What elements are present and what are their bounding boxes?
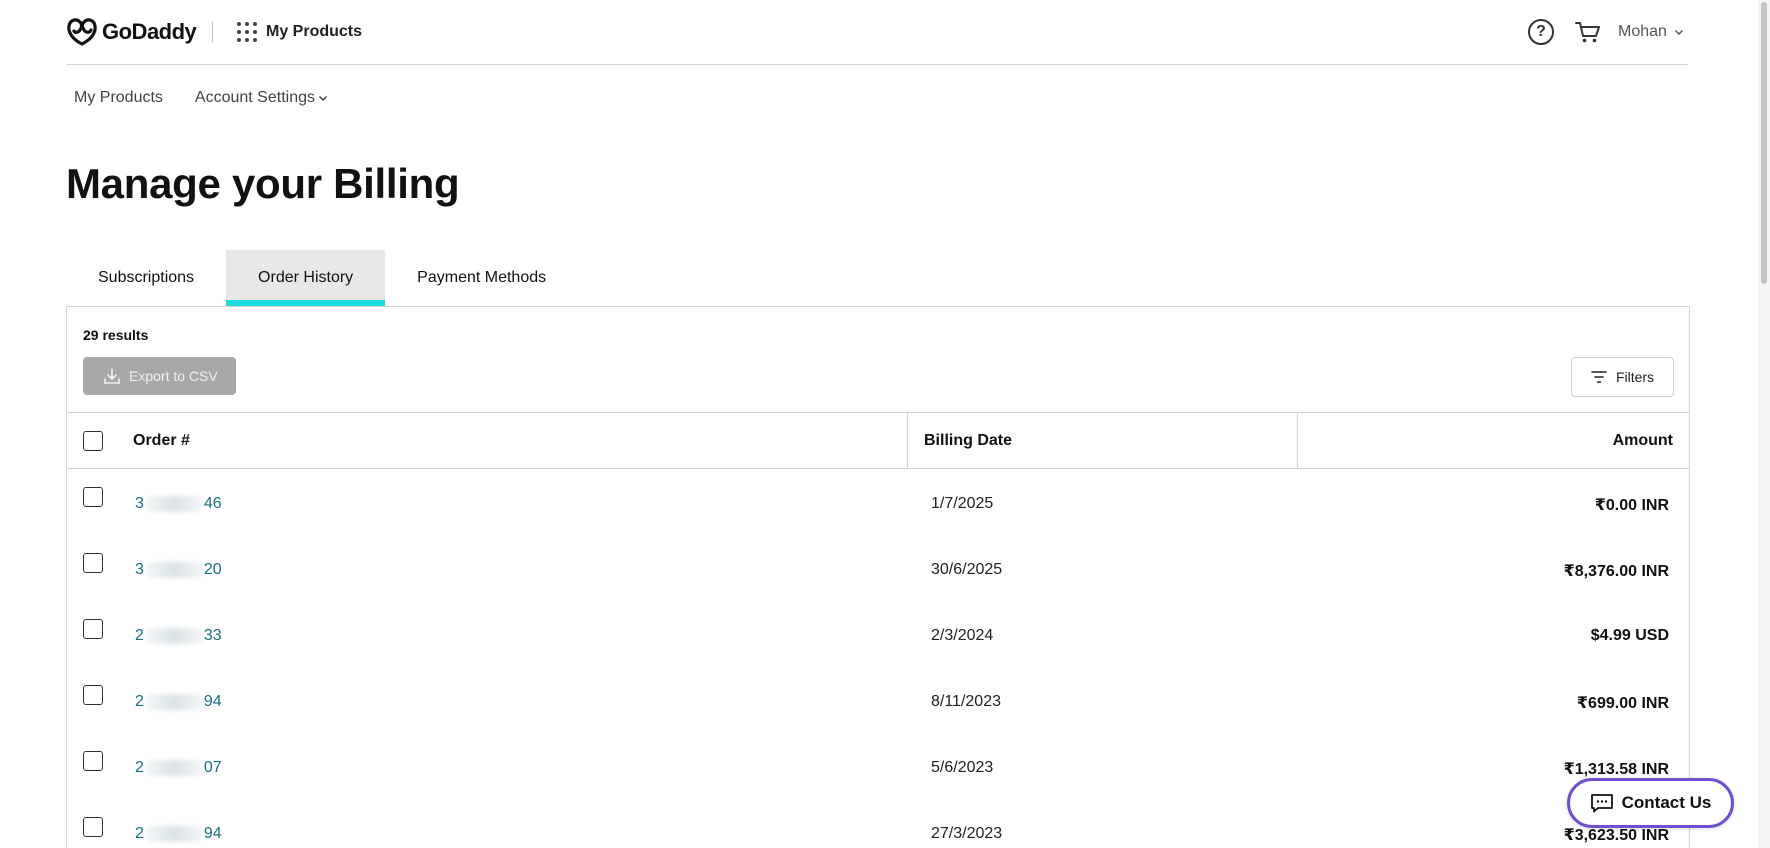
order-number-prefix: 2 bbox=[135, 759, 144, 776]
filters-label: Filters bbox=[1615, 369, 1655, 385]
column-header-amount[interactable]: Amount bbox=[1298, 413, 1689, 468]
redacted-order-digits bbox=[144, 628, 203, 644]
table-row: 2 33 2/3/2024 $4.99 USD bbox=[67, 601, 1689, 667]
select-all-checkbox[interactable] bbox=[83, 430, 103, 451]
redacted-order-digits bbox=[144, 496, 203, 512]
table-row: 3 20 30/6/2025 ₹8,376.00 INR bbox=[67, 535, 1689, 601]
tab-subscriptions[interactable]: Subscriptions bbox=[66, 250, 226, 306]
apps-grid-icon bbox=[237, 22, 257, 42]
row-checkbox[interactable] bbox=[83, 487, 103, 507]
billing-date: 5/6/2023 bbox=[931, 759, 994, 776]
contact-us-button[interactable]: Contact Us bbox=[1567, 778, 1734, 828]
order-number-suffix: 94 bbox=[203, 825, 222, 842]
billing-date: 27/3/2023 bbox=[931, 825, 1003, 842]
order-number-link[interactable]: 3 20 bbox=[135, 561, 222, 579]
header-divider bbox=[212, 22, 213, 42]
order-amount: $4.99 USD bbox=[1590, 627, 1669, 644]
order-number-suffix: 07 bbox=[203, 759, 222, 776]
chevron-down-icon bbox=[318, 95, 328, 102]
redacted-order-digits bbox=[144, 694, 203, 710]
billing-date: 2/3/2024 bbox=[931, 627, 994, 644]
table-body: 3 46 1/7/2025 ₹0.00 INR 3 20 30/6/2025 ₹8,… bbox=[67, 469, 1689, 848]
nav-account-settings-label: Account Settings bbox=[194, 89, 315, 106]
order-number-link[interactable]: 2 94 bbox=[135, 825, 222, 843]
billing-page: GoDaddy My Products ? Mohan My Products … bbox=[0, 0, 1770, 848]
order-amount: ₹1,313.58 INR bbox=[1563, 761, 1669, 778]
redacted-order-digits bbox=[144, 826, 203, 842]
row-checkbox[interactable] bbox=[83, 751, 103, 771]
order-amount: ₹699.00 INR bbox=[1576, 695, 1669, 712]
page-scrollbar[interactable] bbox=[1758, 0, 1770, 848]
nav-account-settings[interactable]: Account Settings bbox=[195, 89, 328, 107]
help-icon[interactable]: ? bbox=[1528, 19, 1554, 45]
order-number-link[interactable]: 3 46 bbox=[135, 495, 222, 513]
order-number-suffix: 94 bbox=[203, 693, 222, 710]
top-header: GoDaddy My Products ? Mohan bbox=[66, 0, 1688, 65]
contact-us-label: Contact Us bbox=[1621, 793, 1712, 812]
filter-icon bbox=[1591, 371, 1607, 383]
page-title: Manage your Billing bbox=[66, 160, 460, 207]
godaddy-logo-icon bbox=[67, 18, 97, 46]
results-count: 29 results bbox=[83, 327, 149, 343]
chevron-down-icon bbox=[1674, 29, 1683, 36]
row-checkbox[interactable] bbox=[83, 619, 103, 639]
export-csv-button[interactable]: Export to CSV bbox=[83, 357, 236, 395]
download-icon bbox=[104, 368, 120, 384]
export-csv-label: Export to CSV bbox=[129, 368, 218, 384]
order-amount: ₹3,623.50 INR bbox=[1563, 827, 1669, 844]
tab-order-history[interactable]: Order History bbox=[226, 250, 386, 306]
order-number-prefix: 2 bbox=[135, 693, 144, 710]
row-checkbox[interactable] bbox=[83, 817, 103, 837]
order-amount: ₹8,376.00 INR bbox=[1563, 563, 1669, 580]
order-number-link[interactable]: 2 33 bbox=[135, 627, 222, 645]
order-number-prefix: 2 bbox=[135, 825, 144, 842]
my-products-apps-button[interactable]: My Products bbox=[237, 18, 362, 46]
nav-my-products-label: My Products bbox=[74, 89, 163, 106]
order-number-link[interactable]: 2 07 bbox=[135, 759, 222, 777]
billing-tabs: Subscriptions Order History Payment Meth… bbox=[66, 250, 578, 306]
order-history-panel: 29 results Export to CSV Filters Order #… bbox=[66, 306, 1690, 848]
billing-date: 30/6/2025 bbox=[931, 561, 1003, 578]
order-number-suffix: 33 bbox=[203, 627, 222, 644]
cart-icon[interactable] bbox=[1574, 19, 1602, 45]
order-number-prefix: 3 bbox=[135, 495, 144, 512]
order-number-link[interactable]: 2 94 bbox=[135, 693, 222, 711]
column-header-billing-date[interactable]: Billing Date bbox=[908, 413, 1298, 468]
order-number-prefix: 2 bbox=[135, 627, 144, 644]
tab-payment-methods[interactable]: Payment Methods bbox=[385, 250, 578, 306]
redacted-order-digits bbox=[144, 760, 203, 776]
brand-name: GoDaddy bbox=[102, 19, 197, 44]
order-number-prefix: 3 bbox=[135, 561, 144, 578]
order-amount: ₹0.00 INR bbox=[1594, 497, 1669, 514]
secondary-nav: My Products Account Settings bbox=[74, 86, 360, 110]
godaddy-logo[interactable]: GoDaddy bbox=[66, 17, 197, 47]
table-row: 2 94 27/3/2023 ₹3,623.50 INR bbox=[67, 799, 1689, 848]
order-number-suffix: 46 bbox=[203, 495, 222, 512]
nav-my-products[interactable]: My Products bbox=[74, 89, 163, 107]
redacted-order-digits bbox=[144, 562, 203, 578]
billing-date: 8/11/2023 bbox=[931, 693, 1001, 710]
table-row: 3 46 1/7/2025 ₹0.00 INR bbox=[67, 469, 1689, 535]
row-checkbox[interactable] bbox=[83, 685, 103, 705]
table-row: 2 07 5/6/2023 ₹1,313.58 INR bbox=[67, 733, 1689, 799]
table-header: Order # Billing Date Amount bbox=[67, 412, 1689, 469]
chat-icon bbox=[1590, 794, 1613, 813]
row-checkbox[interactable] bbox=[83, 553, 103, 573]
order-number-suffix: 20 bbox=[203, 561, 222, 578]
column-header-order[interactable]: Order # bbox=[133, 413, 908, 468]
select-all-cell bbox=[67, 413, 133, 468]
user-name: Mohan bbox=[1618, 23, 1667, 40]
filters-button[interactable]: Filters bbox=[1571, 357, 1674, 397]
billing-date: 1/7/2025 bbox=[931, 495, 994, 512]
scrollbar-thumb[interactable] bbox=[1761, 2, 1767, 284]
table-row: 2 94 8/11/2023 ₹699.00 INR bbox=[67, 667, 1689, 733]
apps-label: My Products bbox=[266, 23, 363, 40]
user-menu[interactable]: Mohan bbox=[1618, 20, 1684, 44]
